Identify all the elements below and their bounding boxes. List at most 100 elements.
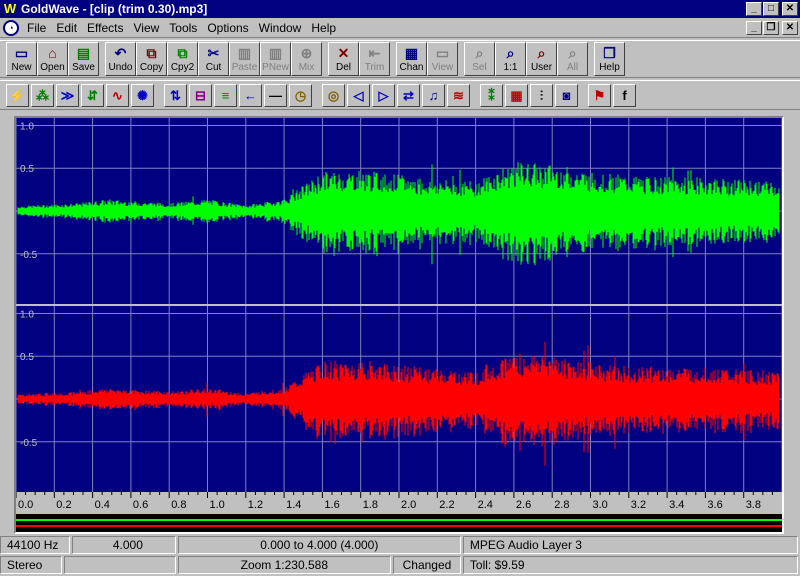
pan-swap-icon[interactable]: ⇄ (397, 83, 420, 107)
app-window-controls: _ □ ✕ (745, 2, 798, 16)
status-cell-2 (63, 556, 176, 574)
time-tick-label: 3.6 (707, 499, 722, 511)
help-button[interactable]: ❒ Help (594, 42, 625, 76)
status-zoom: Zoom 1:230.588 (177, 556, 392, 574)
menu-tools[interactable]: Tools (165, 21, 203, 35)
sel-button[interactable]: ⌕ Sel (464, 42, 495, 76)
doppler-icon[interactable]: ◎ (322, 83, 345, 107)
echo-icon[interactable]: ≫ (56, 83, 79, 107)
status-length: 4.000 (71, 536, 176, 554)
doc-minimize-button[interactable]: _ (746, 20, 762, 35)
status-bar: 44100 Hz 4.000 0.000 to 4.000 (4.000) MP… (0, 536, 800, 576)
app-minimize-button[interactable]: _ (746, 2, 762, 16)
main-toolbar: ▭ New ⌂ Open ▤ Save ↶ Undo ⧉ Copy ⧉ Cpy2 ✂ Cut ▥ Paste ▥… (0, 40, 800, 78)
equalizer-icon[interactable]: ⇵ (81, 83, 104, 107)
pan-right-icon[interactable]: ▷ (372, 83, 395, 107)
dynamics-icon[interactable]: ⁂ (31, 83, 54, 107)
menu-edit[interactable]: Edit (52, 21, 83, 35)
offset-icon[interactable]: ⊟ (189, 83, 212, 107)
toolbar-button-label: Help (599, 62, 620, 73)
status-row-1: 44100 Hz 4.000 0.000 to 4.000 (4.000) MP… (0, 536, 800, 554)
menu-view[interactable]: View (130, 21, 166, 35)
spectrum-filter-icon[interactable]: ▦ (505, 83, 528, 107)
del-button[interactable]: ✕ Del (328, 42, 359, 76)
amplitude-label: -0.5 (20, 250, 38, 261)
menu-window[interactable]: Window (255, 21, 308, 35)
time-tick-label: 0.6 (133, 499, 148, 511)
invert-icon[interactable]: ⇅ (164, 83, 187, 107)
channel-icon: ▦ (404, 45, 419, 61)
11-button[interactable]: ⌕ 1:1 (495, 42, 526, 76)
paste-icon: ▥ (237, 45, 252, 61)
copy2-icon: ⧉ (177, 45, 188, 61)
all-button[interactable]: ⌕ All (557, 42, 588, 76)
toolbar-button-label: Mix (298, 62, 315, 73)
paste-new-icon: ▥ (268, 45, 283, 61)
interpolate-icon[interactable]: ⁑ (480, 83, 503, 107)
zoom-user-icon: ⌕ (537, 45, 546, 61)
pan-left-icon[interactable]: ◁ (347, 83, 370, 107)
expression-evaluator-icon[interactable]: f (613, 83, 636, 107)
filter-icon[interactable]: ≡ (214, 83, 237, 107)
undo-icon: ↶ (114, 45, 127, 61)
pnew-button[interactable]: ▥ PNew (260, 42, 291, 76)
menu-file[interactable]: File (23, 21, 52, 35)
toolbar-button-label: Save (72, 62, 95, 73)
save-icon: ▤ (76, 45, 91, 61)
scissors-icon: ✂ (207, 45, 220, 61)
time-warp-icon[interactable]: ◷ (289, 83, 312, 107)
trim-button[interactable]: ⇤ Trim (359, 42, 390, 76)
parametric-eq-icon[interactable]: ⫶ (530, 83, 553, 107)
flange-icon[interactable]: ∿ (106, 83, 129, 107)
undo-button[interactable]: ↶ Undo (105, 42, 136, 76)
toolbar-button-label: All (566, 62, 579, 73)
amplitude-label: 1.0 (20, 121, 34, 132)
auto-gain-icon[interactable]: ⚡ (6, 83, 29, 107)
app-close-button[interactable]: ✕ (782, 2, 798, 16)
menu-help[interactable]: Help (307, 21, 342, 35)
toolbar-button-label: View (431, 62, 454, 73)
doc-close-button[interactable]: ✕ (782, 20, 798, 35)
marker-icon[interactable]: ⚑ (588, 83, 611, 107)
menu-options[interactable]: Options (203, 21, 254, 35)
copy-button[interactable]: ⧉ Copy (136, 42, 167, 76)
save-button[interactable]: ▤ Save (68, 42, 99, 76)
mix-button[interactable]: ⊕ Mix (291, 42, 322, 76)
time-tick-label: 0.4 (95, 499, 110, 511)
time-tick-label: 2.8 (554, 499, 569, 511)
resample-icon[interactable]: ♫ (422, 83, 445, 107)
chan-button[interactable]: ▦ Chan (396, 42, 427, 76)
doc-window-controls: _ ❐ ✕ (745, 20, 798, 35)
user-button[interactable]: ⌕ User (526, 42, 557, 76)
goldwave-logo-icon[interactable]: W (2, 1, 18, 17)
document-icon[interactable]: ◔ (3, 19, 19, 36)
mechanize-icon[interactable]: ✺ (131, 83, 154, 107)
view-button[interactable]: ▭ View (427, 42, 458, 76)
status-row-2: Stereo Zoom 1:230.588 Changed Toll: $9.5… (0, 556, 800, 574)
toolbar-button-label: User (530, 62, 553, 73)
cut-button[interactable]: ✂ Cut (198, 42, 229, 76)
amplitude-label: 0.5 (20, 352, 34, 363)
trim-icon: ⇤ (368, 45, 381, 61)
cd-quality-icon[interactable]: ◙ (555, 83, 578, 107)
app-maximize-button[interactable]: □ (763, 2, 779, 16)
help-book-icon: ❒ (603, 45, 616, 61)
toolbar-button-label: Undo (108, 62, 133, 73)
time-tick-label: 3.2 (631, 499, 646, 511)
menu-effects[interactable]: Effects (83, 21, 129, 35)
waveform-view[interactable]: 1.0 0.5 0.0 -0.5 1.0 0.5 0.0 -0.5 0.0 0.2 0.4 0.6 0.… (14, 116, 784, 534)
time-tick-label: 3.4 (669, 499, 684, 511)
reverse-icon[interactable]: ← (239, 83, 262, 107)
time-tick-label: 2.0 (401, 499, 416, 511)
toolbar-button-label: Open (40, 62, 65, 73)
open-button[interactable]: ⌂ Open (37, 42, 68, 76)
silence-icon[interactable]: — (264, 83, 287, 107)
paste-button[interactable]: ▥ Paste (229, 42, 260, 76)
zoom-1to1-icon: ⌕ (506, 45, 515, 61)
cpy2-button[interactable]: ⧉ Cpy2 (167, 42, 198, 76)
toolbar-button-label: Trim (364, 62, 385, 73)
doc-restore-button[interactable]: ❐ (763, 20, 779, 35)
new-button[interactable]: ▭ New (6, 42, 37, 76)
noise-reduction-icon[interactable]: ≋ (447, 83, 470, 107)
waveform-canvas[interactable]: 1.00.50.0-0.51.00.50.0-0.50.0 0.2 0.4 0.6 0.… (15, 118, 783, 532)
